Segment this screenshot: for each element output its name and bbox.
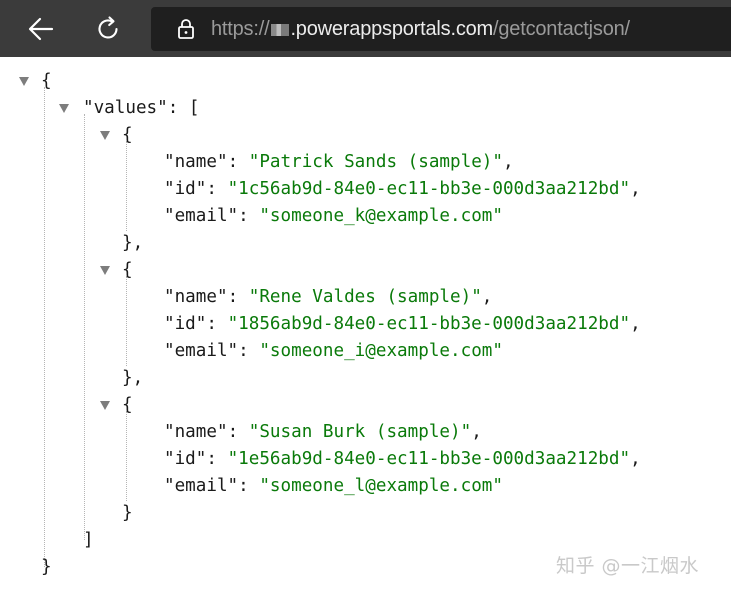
indent-guide bbox=[84, 114, 85, 540]
json-name-line: "name": "Rene Valdes (sample)", bbox=[164, 287, 493, 307]
json-values-key-line: "values": [ bbox=[83, 98, 200, 118]
json-string-value: "Susan Burk (sample)" bbox=[248, 422, 472, 442]
json-key: "email" bbox=[164, 341, 239, 361]
browser-toolbar: https:// .powerappsportals.com/getcontact… bbox=[0, 0, 731, 57]
json-name-line: "name": "Patrick Sands (sample)", bbox=[164, 152, 514, 172]
watermark-text: 知乎 @一江烟水 bbox=[556, 555, 700, 577]
url-text[interactable]: https:// .powerappsportals.com/getcontact… bbox=[211, 18, 630, 41]
refresh-icon bbox=[94, 15, 122, 43]
indent-guide bbox=[126, 141, 127, 231]
json-id-line: "id": "1856ab9d-84e0-ec11-bb3e-000d3aa21… bbox=[164, 314, 641, 334]
json-id-line: "id": "1c56ab9d-84e0-ec11-bb3e-000d3aa21… bbox=[164, 179, 641, 199]
address-bar[interactable]: https:// .powerappsportals.com/getcontact… bbox=[151, 7, 731, 51]
json-key: "name" bbox=[164, 152, 228, 172]
json-record-open: { bbox=[122, 125, 133, 145]
refresh-button[interactable] bbox=[87, 8, 129, 50]
json-string-value: "1c56ab9d-84e0-ec11-bb3e-000d3aa212bd" bbox=[227, 179, 631, 199]
arrow-left-icon bbox=[28, 16, 54, 42]
redacted-subdomain bbox=[271, 23, 290, 36]
json-key: "id" bbox=[164, 179, 207, 199]
json-record-close: }, bbox=[122, 368, 144, 388]
json-key: "id" bbox=[164, 314, 207, 334]
indent-guide bbox=[126, 276, 127, 366]
back-button[interactable] bbox=[20, 8, 62, 50]
json-key: "id" bbox=[164, 449, 207, 469]
json-string-value: "someone_i@example.com" bbox=[259, 341, 503, 361]
lock-icon[interactable] bbox=[177, 18, 197, 40]
json-key: "name" bbox=[164, 287, 228, 307]
json-string-value: "Patrick Sands (sample)" bbox=[248, 152, 503, 172]
json-id-line: "id": "1e56ab9d-84e0-ec11-bb3e-000d3aa21… bbox=[164, 449, 641, 469]
json-email-line: "email": "someone_l@example.com" bbox=[164, 476, 503, 496]
collapse-toggle-record-2[interactable] bbox=[100, 266, 110, 275]
collapse-toggle-record-3[interactable] bbox=[100, 401, 110, 410]
json-record-open: { bbox=[122, 260, 133, 280]
indent-guide bbox=[44, 87, 45, 567]
json-string-value: "Rene Valdes (sample)" bbox=[248, 287, 482, 307]
json-key: "values" bbox=[83, 98, 168, 118]
collapse-toggle-values[interactable] bbox=[59, 104, 69, 113]
json-array-close: ] bbox=[83, 530, 94, 550]
json-string-value: "someone_k@example.com" bbox=[259, 206, 503, 226]
json-record-close: }, bbox=[122, 233, 144, 253]
json-string-value: "1856ab9d-84e0-ec11-bb3e-000d3aa212bd" bbox=[227, 314, 631, 334]
json-string-value: "someone_l@example.com" bbox=[259, 476, 503, 496]
url-path: /getcontactjson/ bbox=[493, 17, 630, 40]
indent-guide bbox=[126, 411, 127, 501]
json-record-open: { bbox=[122, 395, 133, 415]
json-email-line: "email": "someone_k@example.com" bbox=[164, 206, 503, 226]
json-viewer: { "values": [ { "name": "Patrick Sands (… bbox=[0, 57, 731, 597]
json-email-line: "email": "someone_i@example.com" bbox=[164, 341, 503, 361]
collapse-toggle-record-1[interactable] bbox=[100, 131, 110, 140]
json-name-line: "name": "Susan Burk (sample)", bbox=[164, 422, 482, 442]
json-root-open: { bbox=[41, 71, 52, 91]
json-root-close: } bbox=[41, 557, 52, 577]
json-key: "email" bbox=[164, 476, 239, 496]
json-key: "email" bbox=[164, 206, 239, 226]
json-string-value: "1e56ab9d-84e0-ec11-bb3e-000d3aa212bd" bbox=[227, 449, 631, 469]
collapse-toggle-root[interactable] bbox=[19, 77, 29, 86]
url-scheme: https:// bbox=[211, 17, 270, 40]
json-record-close: } bbox=[122, 503, 133, 523]
url-host: .powerappsportals.com bbox=[290, 17, 494, 40]
json-key: "name" bbox=[164, 422, 228, 442]
